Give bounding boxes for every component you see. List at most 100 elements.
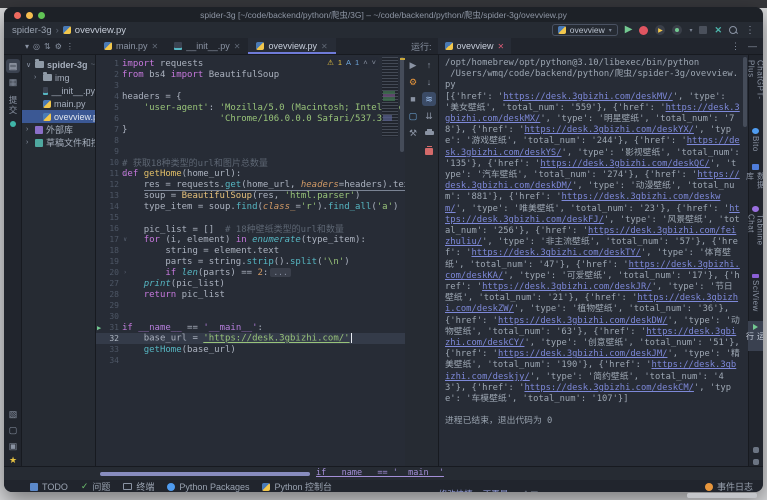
editor-tab[interactable]: __init__.py✕ [166,38,248,54]
close-tab-icon[interactable]: ✕ [234,42,241,51]
zoom-window-button[interactable] [38,12,45,19]
breadcrumb[interactable]: spider-3g › ovevview.py [12,25,126,36]
todo-toolwindow-button[interactable]: ▢ [6,423,20,437]
run-configuration-selector[interactable]: ovevview ▾ [552,24,618,36]
tree-chevron-icon[interactable]: › [26,126,32,133]
structure-toolwindow-button[interactable]: ▧ [6,407,20,421]
close-run-tab-icon[interactable]: ✕ [498,42,505,51]
clear-console-icon[interactable] [422,143,436,157]
editor-tab[interactable]: main.py✕ [96,38,166,54]
commit-toolwindow-button[interactable]: 提交 [4,95,22,115]
close-tab-icon[interactable]: ✕ [321,42,328,51]
close-window-button[interactable] [14,12,21,19]
console-link[interactable]: https://desk.3gbizhi.com/deskDW/ [498,316,667,326]
project-toolwindow-button[interactable]: ▤ [6,59,20,73]
toolwindow-button-python-packages[interactable]: Python Packages [167,482,249,492]
run-tab[interactable]: ovevview ✕ [438,38,512,54]
python-console-dot-icon[interactable] [10,121,16,127]
run-config-name: ovevview [570,25,605,35]
console-link[interactable]: https://desk.3gbizhi.com/deskQC/ [540,159,709,169]
console-link[interactable]: https://desk.3gbizhi.com/deskMV/ [503,92,672,102]
services-button[interactable] [672,25,682,35]
fold-marker-icon[interactable]: ∨ [123,170,127,177]
toolwindow-button-终端[interactable]: 终端 [123,480,154,492]
print-icon[interactable] [422,126,436,140]
console-link[interactable]: https://desk.3gbizhi.com/deskCM/ [524,383,693,393]
restore-layout-icon[interactable]: ▢ [406,109,420,123]
up-stack-trace-icon[interactable]: ↑ [422,58,436,72]
toolwindow-button-python-控制台[interactable]: Python 控制台 [262,480,332,492]
prev-error-icon[interactable]: ˄ [363,58,367,67]
event-log-button[interactable]: 事件日志 [705,480,753,492]
search-everywhere-icon[interactable] [729,26,738,35]
tree-item[interactable]: ›外部库 [22,123,95,136]
run-line-gutter-icon[interactable]: ▶ [97,324,101,332]
console-link[interactable]: https://desk.3gbizhi.com/deskTY/ [471,248,640,258]
editor-tab[interactable]: ovevview.py✕ [248,38,335,54]
bookmarks-toolwindow-button[interactable]: ▦ [6,75,20,89]
run-button[interactable]: ▶ [625,25,633,35]
tree-chevron-icon[interactable]: ∨ [26,61,32,69]
breadcrumb-project[interactable]: spider-3g [12,25,52,36]
dismiss-link[interactable]: 不再显示 [483,488,515,493]
coverage-run-button[interactable]: ▶ [655,25,665,35]
settings-gear-icon[interactable]: ⚙ [55,42,62,51]
toolwindow-button-todo[interactable]: TODO [30,482,68,492]
fold-marker-icon[interactable]: › [123,269,127,276]
fold-marker-icon[interactable]: ∨ [123,236,127,243]
tool-strip-item-sciview[interactable]: SciView [748,271,763,315]
tree-item[interactable]: ›草稿文件和控制台 [22,136,95,149]
build-hammer-icon[interactable]: ⚒ [406,126,420,140]
tree-item[interactable]: ›img [22,71,95,84]
scrollbar-thumb[interactable] [400,57,404,152]
toolwindow-button-问题[interactable]: ✓问题 [81,480,111,492]
inspection-widget[interactable]: ⚠1 A1 ˄ ˅ [324,57,379,68]
close-tab-icon[interactable]: ✕ [152,42,159,51]
hide-run-panel-icon[interactable]: — [748,41,757,52]
next-error-icon[interactable]: ˅ [372,58,376,67]
locate-file-icon[interactable]: ◎ [33,42,40,51]
tool-strip-item-数据库[interactable]: 数据库 [748,161,763,197]
minimap[interactable] [382,57,398,137]
tool-strip-bottom-icon[interactable] [753,447,759,453]
console-link[interactable]: https://desk.3gbizhi.com/deskJM/ [498,349,667,359]
breadcrumb-file[interactable]: ovevview.py [75,25,126,36]
tool-strip-item-tabnine-chat[interactable]: Tabnine Chat [748,203,763,265]
tree-item[interactable]: __init__.py [22,84,95,97]
chevron-down-icon[interactable]: ▾ [689,27,692,34]
tree-chevron-icon[interactable]: › [34,74,40,81]
code-with-me-icon[interactable]: ✕ [714,25,722,36]
down-stack-trace-icon[interactable]: ↓ [422,75,436,89]
modify-shortcuts-link[interactable]: 修改快捷键 [439,488,479,493]
tool-strip-item-bito[interactable]: Bito [748,125,763,155]
tree-chevron-icon[interactable]: › [26,139,32,146]
run-panel-options-icon[interactable]: ⋮ [731,41,740,52]
more-options-icon[interactable]: ⋮ [66,42,74,51]
minimize-window-button[interactable] [26,12,33,19]
terminal-icon [123,483,132,490]
more-options-icon[interactable]: ⋮ [745,25,755,36]
tool-strip-bottom-icon[interactable] [753,459,759,465]
tool-strip-item-运行[interactable]: 运行 [748,321,763,351]
horizontal-scrollbar-thumb[interactable] [100,472,310,476]
tree-item[interactable]: ovevview.py [22,110,95,123]
project-view-selector[interactable]: ▾ [25,42,29,51]
favorites-star-icon[interactable]: ★ [6,453,20,467]
collapse-all-icon[interactable]: ⇅ [44,42,51,51]
terminal-toolwindow-button[interactable]: ▣ [6,439,20,453]
fold-marker-icon[interactable]: ∨ [123,324,127,331]
rerun-button[interactable]: ▶ [406,58,420,72]
tree-item[interactable]: main.py [22,97,95,110]
console-link[interactable]: https://desk.3gbizhi.com/deskJR/ [482,282,651,292]
folded-code-placeholder[interactable]: ... [270,268,290,277]
console-output[interactable]: /opt/homebrew/opt/python@3.10/libexec/bi… [445,58,740,464]
profile-button[interactable] [639,26,648,35]
scope-breadcrumb[interactable]: if __name__ == '__main__' [316,468,444,478]
tree-item[interactable]: ∨spider-3g~/code [22,58,95,71]
scroll-to-end-icon[interactable]: ⇊ [422,109,436,123]
soft-wrap-icon[interactable]: ≋ [422,92,436,106]
console-link[interactable]: https://desk.3gbizhi.com/deskYX/ [524,125,693,135]
code-editor[interactable]: 1import requests2from bs4 import Beautif… [96,55,405,466]
tool-strip-item-chatgpt-plus[interactable]: ChatGPT-Plus [748,57,763,119]
console-settings-icon[interactable]: ⚙ [406,75,420,89]
